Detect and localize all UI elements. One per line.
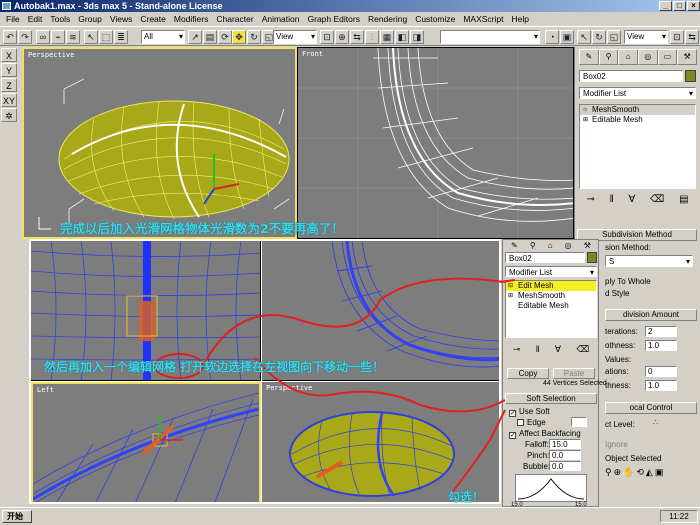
annotation-check: 勾选！ — [448, 490, 485, 504]
app-window: Autobak1.max - 3ds max 5 - Stand-alone L… — [0, 0, 700, 525]
taskbar: 开始 11:22 — [0, 507, 700, 525]
red-annotation-strokes — [154, 277, 516, 496]
start-button[interactable]: 开始 — [2, 510, 32, 523]
taskbar-clock: 11:22 — [660, 510, 698, 523]
annotation-line-2: 然后再加入一个编辑网格 打开软边选择在左视图向下移动一些！ — [44, 360, 385, 374]
